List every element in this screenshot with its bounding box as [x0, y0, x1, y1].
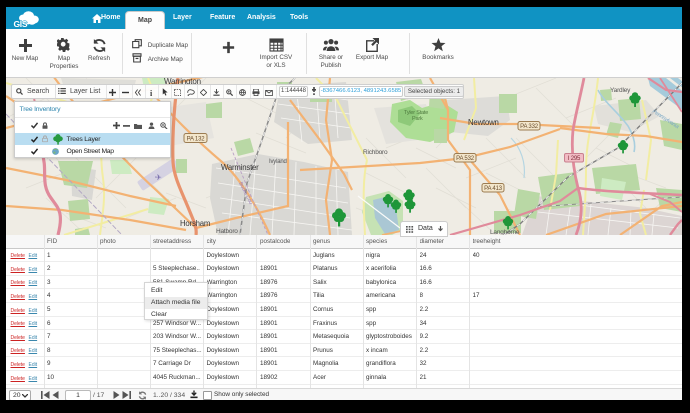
svg-text:PA 413: PA 413 — [484, 186, 503, 192]
svg-text:✈: ✈ — [155, 173, 162, 182]
svg-text:PA 332: PA 332 — [520, 124, 539, 130]
svg-text:Warminster: Warminster — [221, 163, 259, 172]
svg-text:Yardley: Yardley — [610, 87, 631, 94]
svg-text:GIS: GIS — [14, 19, 28, 29]
svg-text:Richboro: Richboro — [363, 149, 388, 156]
svg-text:Park: Park — [412, 116, 423, 122]
svg-text:Horsham: Horsham — [180, 219, 210, 228]
svg-text:Hatboro: Hatboro — [216, 228, 238, 235]
svg-text:PA 132: PA 132 — [187, 137, 206, 143]
svg-text:I 295: I 295 — [568, 156, 581, 162]
svg-text:Ivyland: Ivyland — [269, 159, 287, 165]
svg-text:PA 532: PA 532 — [456, 156, 475, 162]
svg-text:Newtown: Newtown — [468, 118, 499, 127]
